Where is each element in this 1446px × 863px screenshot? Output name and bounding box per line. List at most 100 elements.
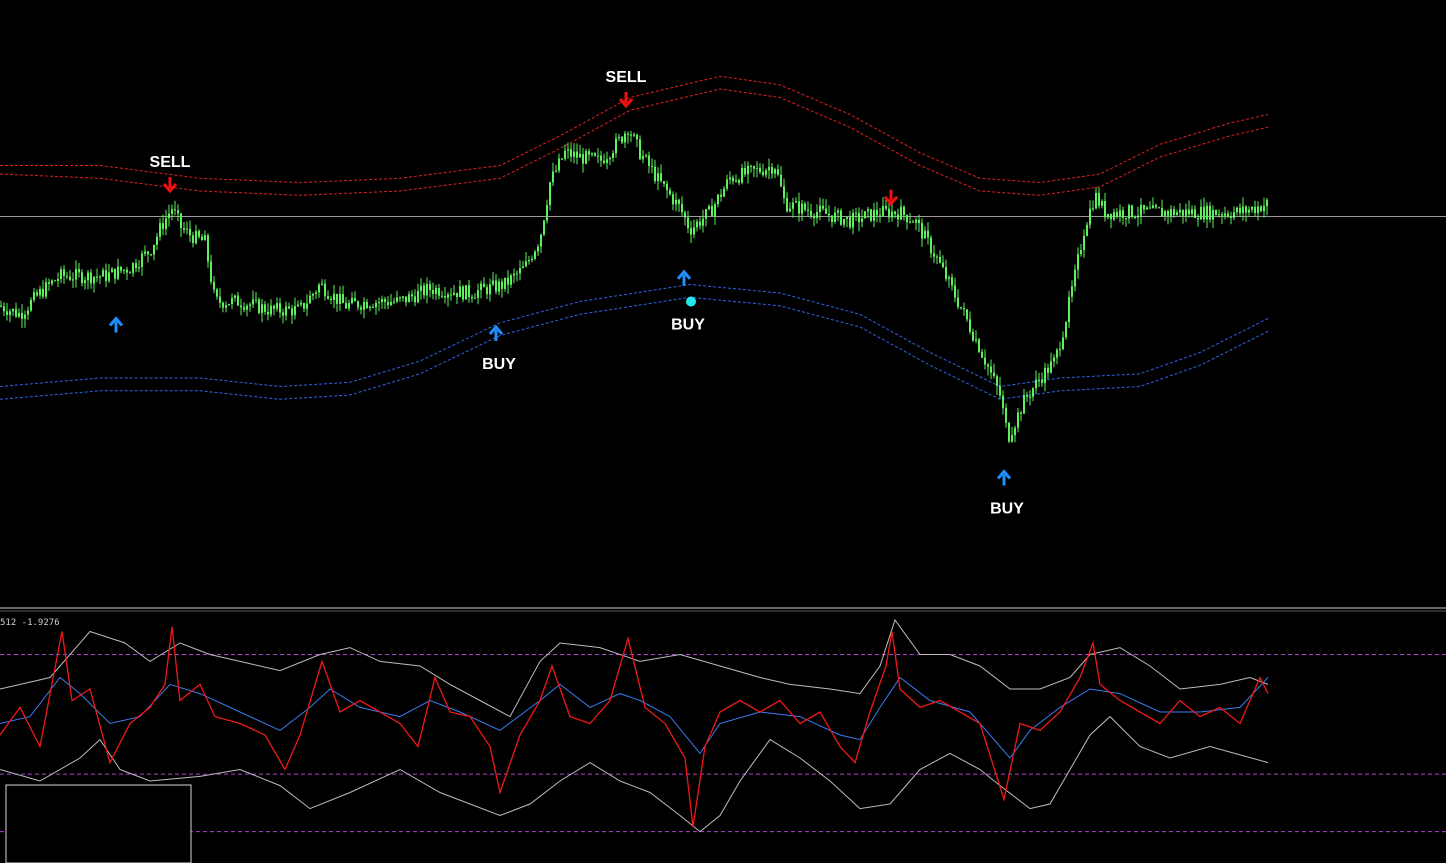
candle-body: [531, 258, 533, 260]
candle-body: [1065, 322, 1067, 338]
candle-body: [120, 266, 122, 271]
candle-body: [375, 302, 377, 308]
candle-body: [213, 281, 215, 290]
candle-body: [132, 263, 134, 273]
candle-body: [465, 285, 467, 300]
candle-body: [366, 302, 368, 309]
sell-signal-label: SELL: [150, 154, 191, 171]
candle-body: [882, 206, 884, 216]
candle-body: [36, 292, 38, 296]
candle-body: [426, 284, 428, 296]
candle-body: [471, 297, 473, 299]
candle-body: [1155, 205, 1157, 208]
candle-body: [354, 297, 356, 302]
candle-body: [903, 206, 905, 216]
candle-body: [396, 297, 398, 302]
candle-body: [1116, 212, 1118, 216]
candle-body: [885, 206, 887, 209]
candle-body: [702, 218, 704, 226]
candle-body: [186, 228, 188, 230]
candle-body: [786, 198, 788, 212]
candle-body: [1227, 213, 1229, 217]
candle-body: [537, 246, 539, 252]
candle-body: [990, 366, 992, 373]
candle-body: [642, 156, 644, 160]
candle-body: [603, 160, 605, 163]
candle-body: [1101, 201, 1103, 206]
candle-body: [594, 153, 596, 156]
candle-body: [309, 295, 311, 304]
candle-body: [942, 262, 944, 267]
candle-body: [273, 305, 275, 309]
candle-body: [1002, 395, 1004, 408]
candle-body: [1239, 207, 1241, 214]
candle-body: [147, 251, 149, 255]
candle-body: [834, 212, 836, 222]
candle-body: [987, 364, 989, 367]
candle-body: [732, 177, 734, 182]
candle-body: [633, 134, 635, 136]
candle-body: [201, 236, 203, 241]
candle-body: [954, 285, 956, 298]
candle-body: [42, 288, 44, 297]
candle-body: [1182, 209, 1184, 216]
candle-body: [399, 297, 401, 299]
candle-body: [846, 217, 848, 219]
candle-body: [1203, 206, 1205, 220]
candle-body: [489, 284, 491, 295]
candle-body: [828, 213, 830, 216]
candle-body: [48, 282, 50, 284]
candle-body: [756, 167, 758, 169]
candle-body: [135, 263, 137, 269]
candle-body: [630, 134, 632, 136]
candle-body: [411, 294, 413, 297]
candle-body: [981, 352, 983, 358]
candle-body: [387, 302, 389, 306]
candle-body: [720, 194, 722, 197]
candle-body: [246, 305, 248, 310]
candle-body: [1248, 209, 1250, 213]
candle-body: [813, 215, 815, 219]
candle-body: [849, 217, 851, 228]
candle-body: [582, 153, 584, 164]
candle-body: [1044, 367, 1046, 383]
candle-body: [255, 299, 257, 301]
indicator-header-values: 512 -1.9276: [0, 618, 60, 628]
candle-body: [3, 306, 5, 312]
candle-body: [30, 300, 32, 311]
candle-body: [123, 269, 125, 271]
candle-body: [207, 235, 209, 262]
candle-body: [1026, 395, 1028, 397]
candle-body: [1245, 206, 1247, 213]
candle-body: [69, 276, 71, 280]
candle-body: [1023, 395, 1025, 414]
candle-body: [867, 209, 869, 212]
candle-body: [933, 253, 935, 257]
candle-body: [816, 211, 818, 219]
candle-body: [750, 165, 752, 167]
candle-body: [336, 293, 338, 304]
candle-body: [1164, 211, 1166, 217]
candle-body: [87, 272, 89, 281]
candle-body: [1053, 357, 1055, 362]
candle-body: [408, 294, 410, 303]
candle-body: [1212, 209, 1214, 220]
candle-body: [441, 295, 443, 297]
candle-body: [0, 305, 2, 307]
candle-body: [591, 153, 593, 155]
candle-body: [600, 155, 602, 161]
candle-body: [678, 199, 680, 204]
candle-body: [210, 261, 212, 282]
candle-body: [735, 180, 737, 182]
candle-body: [216, 289, 218, 297]
candle-body: [1260, 206, 1262, 212]
candle-body: [924, 230, 926, 239]
candle-body: [321, 283, 323, 285]
candle-body: [1170, 209, 1172, 216]
candle-body: [51, 280, 53, 284]
candle-body: [75, 269, 77, 280]
candle-body: [1119, 210, 1121, 216]
candle-body: [324, 283, 326, 297]
candle-body: [804, 203, 806, 210]
candle-body: [690, 228, 692, 235]
